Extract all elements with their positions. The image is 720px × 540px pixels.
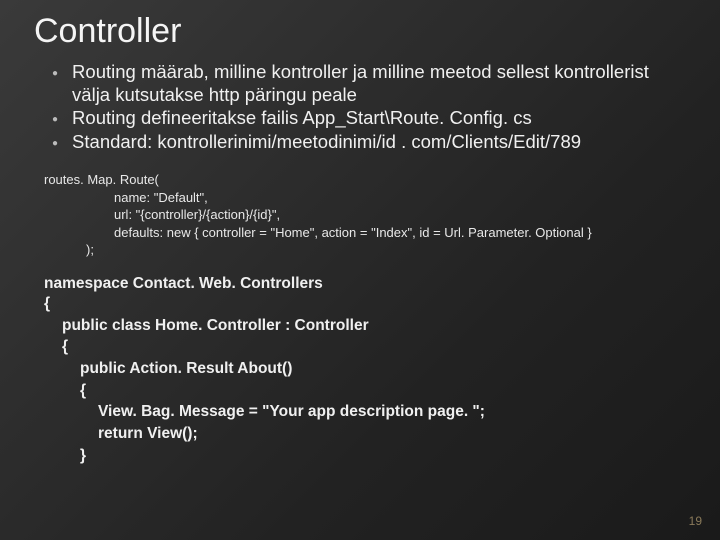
bullet-icon: ● (52, 114, 58, 126)
code-line: { (44, 380, 692, 402)
code-line: public class Home. Controller : Controll… (44, 315, 692, 337)
code-block-namespace: { public class Home. Controller : Contro… (44, 293, 692, 467)
code-line: View. Bag. Message = "Your app descripti… (44, 401, 692, 423)
code-block-routes: routes. Map. Route( name: "Default", url… (44, 171, 692, 259)
list-item: ● Routing defineeritakse failis App_Star… (52, 107, 692, 130)
code-line: namespace Contact. Web. Controllers (44, 275, 692, 293)
code-line: { (44, 293, 692, 315)
code-line: defaults: new { controller = "Home", act… (44, 224, 692, 242)
code-line: } (44, 445, 692, 467)
slide-content: Controller ● Routing määrab, milline kon… (0, 0, 720, 466)
page-title: Controller (34, 12, 692, 51)
bullet-text: Routing defineeritakse failis App_Start\… (72, 107, 692, 130)
bullet-list: ● Routing määrab, milline kontroller ja … (52, 61, 692, 153)
code-line: public Action. Result About() (44, 358, 692, 380)
code-line: url: "{controller}/{action}/{id}", (44, 206, 692, 224)
code-line: routes. Map. Route( (44, 171, 692, 189)
bullet-icon: ● (52, 138, 58, 150)
code-line: return View(); (44, 423, 692, 445)
bullet-icon: ● (52, 68, 58, 80)
code-line: ); (44, 241, 692, 259)
page-number: 19 (689, 514, 702, 528)
list-item: ● Standard: kontrollerinimi/meetodinimi/… (52, 131, 692, 154)
list-item: ● Routing määrab, milline kontroller ja … (52, 61, 692, 106)
bullet-text: Routing määrab, milline kontroller ja mi… (72, 61, 692, 106)
code-line: name: "Default", (44, 189, 692, 207)
bullet-text: Standard: kontrollerinimi/meetodinimi/id… (72, 131, 692, 154)
code-line: { (44, 336, 692, 358)
